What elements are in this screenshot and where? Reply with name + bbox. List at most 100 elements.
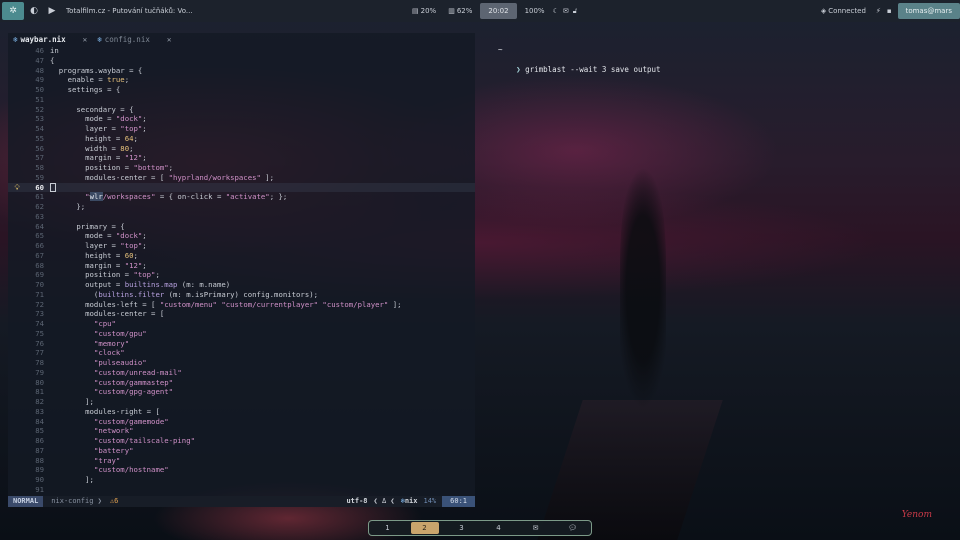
network-status[interactable]: ◈ Connected	[817, 7, 870, 15]
gutter	[8, 319, 26, 329]
line-number: 72	[35, 299, 44, 309]
battery-icon[interactable]: ⚡	[876, 7, 881, 15]
nix-file-icon: ❄	[97, 34, 102, 44]
code-line[interactable]: 💡︎ 60	[8, 182, 475, 193]
nixos-menu-icon[interactable]: ✲	[2, 2, 24, 20]
gutter	[8, 475, 26, 485]
code-line[interactable]: 67 height = 60;	[8, 251, 475, 261]
gammastep-icon[interactable]: ☾	[553, 7, 559, 15]
code-line[interactable]: 51	[8, 95, 475, 105]
close-icon[interactable]: ✕	[167, 35, 172, 45]
code-line[interactable]: 48 programs.waybar = {	[8, 66, 475, 76]
code-line[interactable]: 76 "memory"	[8, 339, 475, 349]
line-text: modules-center = [ "hyprland/workspaces"…	[50, 172, 275, 182]
code-line[interactable]: 90 ];	[8, 475, 475, 485]
line-number: 61	[35, 192, 44, 202]
code-line[interactable]: 75 "custom/gpu"	[8, 329, 475, 339]
code-line[interactable]: 91	[8, 485, 475, 495]
code-line[interactable]: 59 modules-center = [ "hyprland/workspac…	[8, 173, 475, 183]
gutter	[8, 358, 26, 368]
code-line[interactable]: 74 "cpu"	[8, 319, 475, 329]
code-line[interactable]: 46 in	[8, 46, 475, 56]
code-line[interactable]: 65 mode = "dock";	[8, 231, 475, 241]
code-line[interactable]: 62 };	[8, 202, 475, 212]
code-line[interactable]: 64 primary = {	[8, 222, 475, 232]
code-line[interactable]: 83 modules-right = [	[8, 407, 475, 417]
memory-icon: ▥	[448, 7, 455, 15]
prompt-symbol: ❯	[516, 65, 521, 74]
code-line[interactable]: 72 modules-left = [ "custom/menu" "custo…	[8, 300, 475, 310]
network-icon: ◈	[820, 7, 827, 15]
lightbulb-icon[interactable]: 💡︎	[8, 183, 26, 193]
code-line[interactable]: 66 layer = "top";	[8, 241, 475, 251]
code-line[interactable]: 70 output = builtins.map (m: m.name)	[8, 280, 475, 290]
line-number: 85	[35, 426, 44, 436]
workspace-button-1[interactable]: 1	[374, 522, 402, 534]
hostname[interactable]: tomas@mars	[897, 3, 960, 19]
line-number: 75	[35, 328, 44, 338]
code-line[interactable]: 77 "clock"	[8, 348, 475, 358]
gutter	[8, 261, 26, 271]
gutter	[8, 446, 26, 456]
code-area[interactable]: 46 in 47{48 programs.waybar = {49 enable =…	[8, 46, 475, 495]
system-stats: ▤ 20% ▥ 62% 20:02 100% ☾ ✉ 🔓︎	[408, 2, 577, 20]
code-line[interactable]: 82 ];	[8, 397, 475, 407]
terminal[interactable]: ~ ❯ grimblast --wait 3 save output	[484, 33, 954, 507]
close-icon[interactable]: ✕	[83, 35, 88, 45]
workspace-button-3[interactable]: 3	[448, 522, 476, 534]
gutter	[8, 339, 26, 349]
code-line[interactable]: 78 "pulseaudio"	[8, 358, 475, 368]
player-icon[interactable]: ◐	[26, 2, 42, 20]
clock[interactable]: 20:02	[480, 3, 517, 19]
code-line[interactable]: 58 position = "bottom";	[8, 163, 475, 173]
code-line[interactable]: 53 mode = "dock";	[8, 114, 475, 124]
workspace-button-4[interactable]: 4	[485, 522, 513, 534]
code-line[interactable]: 49 enable = true;	[8, 75, 475, 85]
code-line[interactable]: 73 modules-center = [	[8, 309, 475, 319]
gutter	[8, 105, 26, 115]
play-pause-icon[interactable]: ▶	[44, 2, 60, 20]
volume-stat[interactable]: 100%	[521, 7, 549, 15]
buffer-tab-waybar-nix[interactable]: ❄ waybar.nix ✕	[8, 33, 92, 46]
code-line[interactable]: 54 layer = "top";	[8, 124, 475, 134]
line-number: 71	[35, 289, 44, 299]
code-line[interactable]: 86 "custom/tailscale-ping"	[8, 436, 475, 446]
mail-icon[interactable]: ✉	[563, 7, 569, 15]
code-line[interactable]: 80 "custom/gammastep"	[8, 378, 475, 388]
line-number: 47	[35, 55, 44, 65]
line-number: 64	[35, 221, 44, 231]
lock-icon[interactable]: 🔓︎	[573, 7, 578, 16]
buffer-tab-config-nix[interactable]: ❄ config.nix ✕	[92, 33, 176, 46]
code-line[interactable]: 81 "custom/gpg-agent"	[8, 387, 475, 397]
line-text: "wlr/workspaces" = { on-click = "activat…	[85, 192, 288, 202]
code-line[interactable]: 68 margin = "12";	[8, 261, 475, 271]
line-text: layer = "top";	[50, 241, 147, 250]
neovim-editor[interactable]: ❄ waybar.nix ✕ ❄ config.nix ✕ 46 in 47{48 progr…	[8, 33, 475, 507]
code-line[interactable]: 87 "battery"	[8, 446, 475, 456]
code-line[interactable]: 63	[8, 212, 475, 222]
line-number: 84	[35, 416, 44, 426]
code-line[interactable]: 61 "wlr/workspaces" = { on-click = "acti…	[8, 192, 475, 202]
code-line[interactable]: 84 "custom/gamemode"	[8, 417, 475, 427]
warning-count: 6	[114, 496, 119, 505]
code-line[interactable]: 55 height = 64;	[8, 134, 475, 144]
code-line[interactable]: 79 "custom/unread-mail"	[8, 368, 475, 378]
line-number: 48	[35, 65, 44, 75]
mail-icon[interactable]: ✉	[522, 522, 550, 534]
code-line[interactable]: 57 margin = "12";	[8, 153, 475, 163]
code-line[interactable]: 69 position = "top";	[8, 270, 475, 280]
code-line[interactable]: 89 "custom/hostname"	[8, 465, 475, 475]
code-line[interactable]: 47 {	[8, 56, 475, 66]
code-line[interactable]: 52 secondary = {	[8, 105, 475, 115]
code-line[interactable]: 71 (builtins.filter (m: m.isPrimary) con…	[8, 290, 475, 300]
workspace-button-2[interactable]: 2	[410, 522, 439, 534]
code-line[interactable]: 85 "network"	[8, 426, 475, 436]
tray-icon[interactable]: ▪	[887, 7, 892, 15]
code-line[interactable]: 88 "tray"	[8, 456, 475, 466]
line-text: settings = {	[50, 85, 121, 94]
gutter	[8, 85, 26, 95]
chat-icon[interactable]: 💬︎	[559, 522, 587, 534]
code-line[interactable]: 50 settings = {	[8, 85, 475, 95]
code-line[interactable]: 56 width = 80;	[8, 144, 475, 154]
gutter	[8, 378, 26, 388]
